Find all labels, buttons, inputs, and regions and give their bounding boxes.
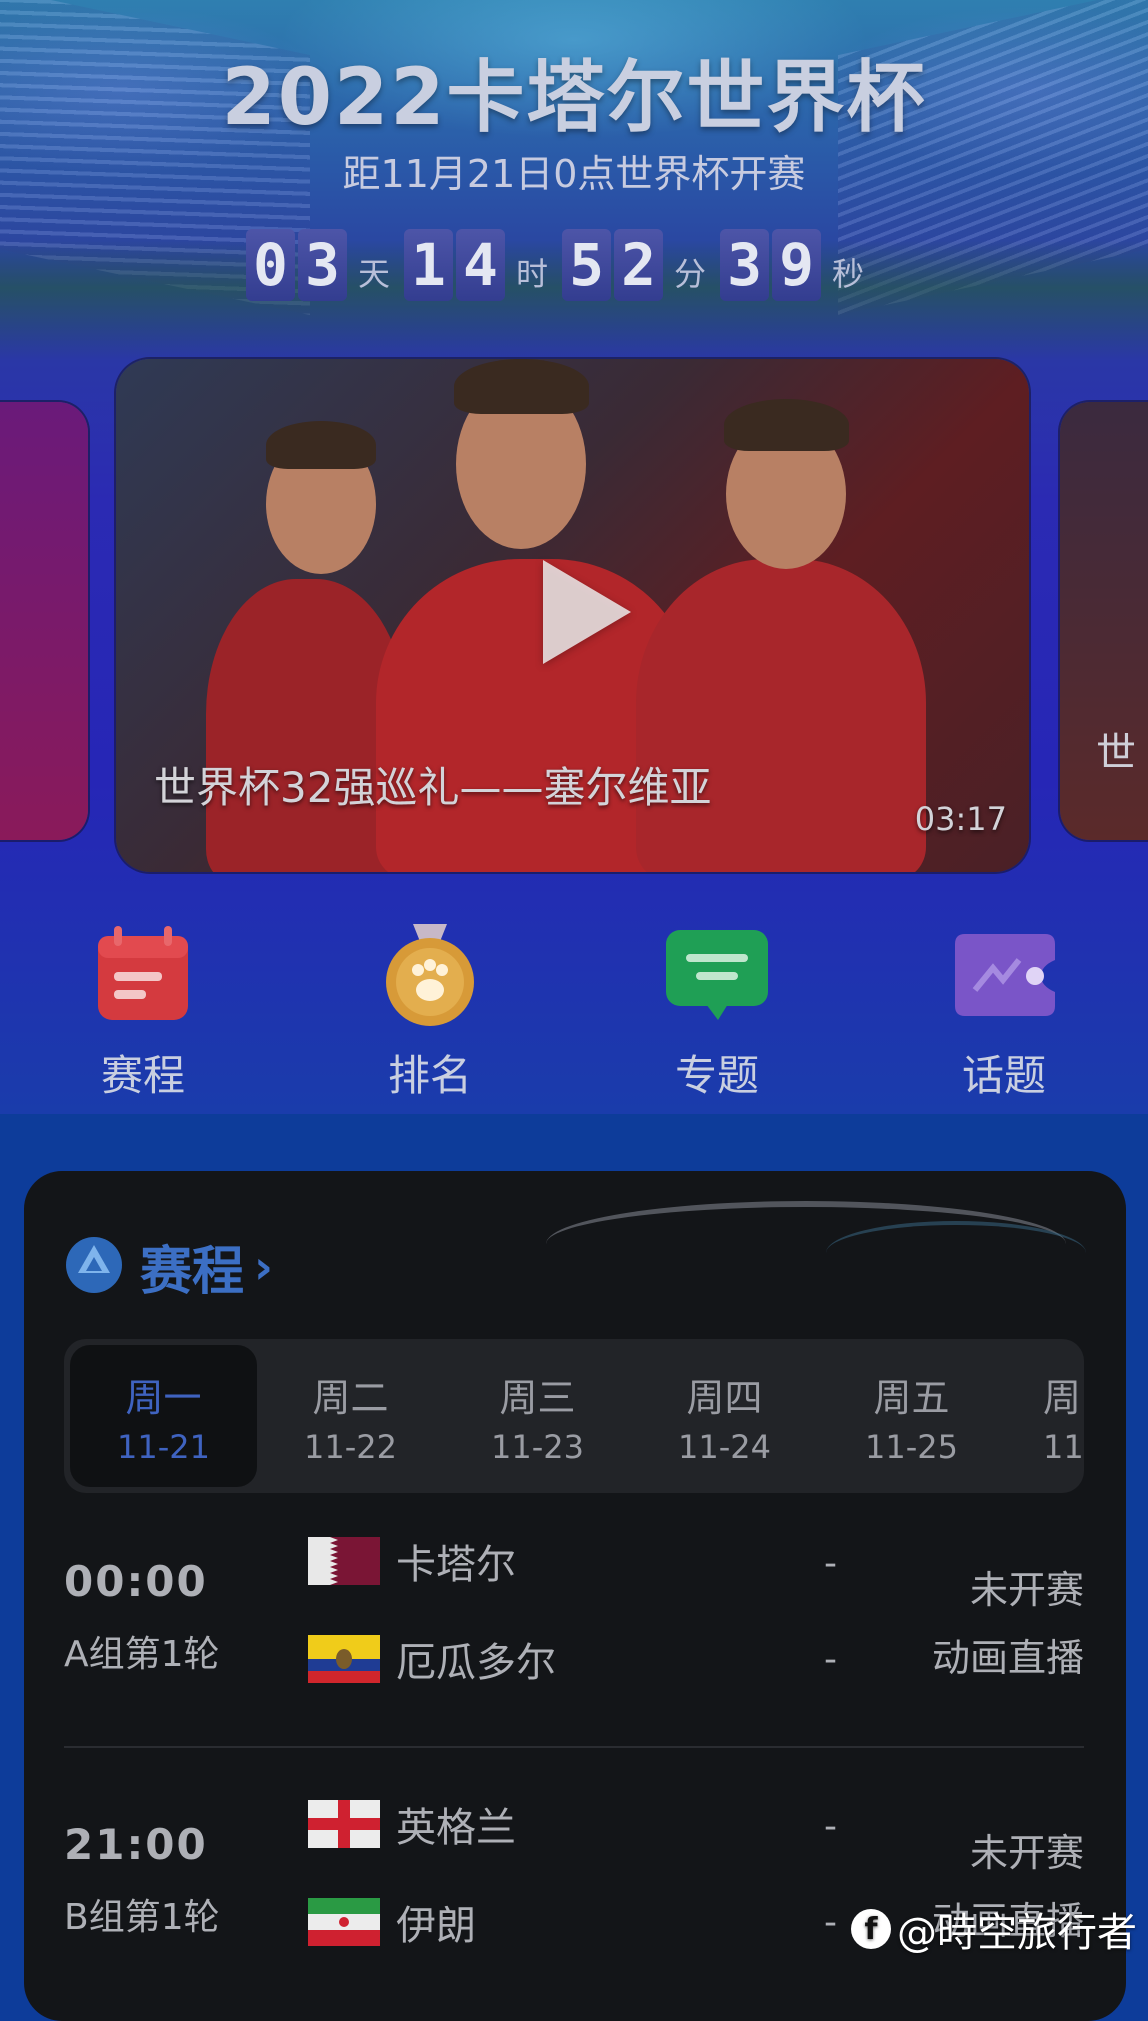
team-name: 伊朗	[396, 1903, 476, 1949]
team-name: 英格兰	[396, 1805, 516, 1851]
date-tabs: 周一 11-21 周二 11-22 周三 11-23 周四 11-24 周五 1…	[64, 1339, 1084, 1493]
home-score: -	[824, 1806, 837, 1847]
watermark-text: @時空旅行者	[897, 1910, 1137, 1956]
tab-date: 11-24	[678, 1428, 771, 1466]
qatar-flag-icon	[308, 1537, 380, 1585]
nav-label-discussion: 话题	[961, 1051, 1046, 1100]
schedule-panel: 赛程 › 周一 11-21 周二 11-22 周三 11-23 周四 11-24…	[24, 1171, 1126, 2021]
nav-item-topics[interactable]: 专题	[617, 920, 817, 1103]
calendar-icon	[88, 920, 198, 1030]
countdown-unit-seconds: 秒	[832, 255, 865, 293]
match-round: A组第1轮	[64, 1634, 220, 1675]
countdown-unit-minutes: 分	[674, 255, 707, 293]
chevron-right-icon: ›	[254, 1239, 273, 1294]
chat-icon	[662, 920, 772, 1030]
hero-banner: 2022卡塔尔世界杯 距11月21日0点世界杯开赛 0 3 天 1 4 时 5 …	[0, 0, 1148, 1114]
tab-date-next[interactable]: 周 11	[1005, 1339, 1084, 1493]
tab-date: 11	[1043, 1428, 1084, 1466]
countdown-digit: 3	[720, 229, 770, 301]
medal-icon	[375, 920, 485, 1030]
ball-icon	[64, 1235, 124, 1299]
nav-label-ranking: 排名	[387, 1051, 472, 1100]
countdown-unit-days: 天	[358, 255, 391, 293]
schedule-header[interactable]: 赛程 ›	[64, 1229, 273, 1304]
home-score: -	[824, 1543, 837, 1584]
quick-nav: 赛程 排名 专题 话题	[0, 920, 1148, 1110]
tab-date: 11-23	[491, 1428, 584, 1466]
carousel-next-title: 世	[1096, 730, 1136, 776]
england-flag-icon	[308, 1800, 380, 1848]
tab-day: 周	[1043, 1376, 1082, 1420]
tab-date: 11-25	[865, 1428, 958, 1466]
tab-day: 周五	[873, 1376, 950, 1420]
carousel-card-next[interactable]: 世	[1060, 402, 1148, 840]
tab-date-11-25[interactable]: 周五 11-25	[818, 1339, 1005, 1493]
video-title: 世界杯32强巡礼——塞尔维亚	[154, 763, 712, 812]
away-score: -	[824, 1639, 837, 1680]
countdown-digit: 2	[614, 229, 664, 301]
tab-day: 周三	[499, 1376, 576, 1420]
match-status: 未开赛	[969, 1831, 1084, 1875]
away-team: 厄瓜多尔	[308, 1635, 556, 1686]
divider	[64, 1746, 1084, 1748]
banner-title: 2022卡塔尔世界杯	[221, 53, 927, 143]
tab-date-11-24[interactable]: 周四 11-24	[631, 1339, 818, 1493]
countdown-digit: 5	[562, 229, 612, 301]
countdown-digit: 4	[456, 229, 506, 301]
ticket-icon	[949, 920, 1059, 1030]
match-time: 00:00	[64, 1557, 208, 1606]
ecuador-flag-icon	[308, 1635, 380, 1683]
banner-subtitle: 距11月21日0点世界杯开赛	[342, 152, 806, 196]
watermark: f @時空旅行者	[851, 1900, 1137, 1958]
tab-day: 周二	[312, 1376, 389, 1420]
video-card[interactable]: 世界杯32强巡礼——塞尔维亚 03:17	[116, 359, 1029, 872]
home-team: 英格兰	[308, 1800, 516, 1851]
video-thumbnail-player	[636, 559, 926, 872]
broadcast-link[interactable]: 动画直播	[932, 1627, 1084, 1682]
countdown-unit-hours: 时	[516, 255, 549, 293]
match-time: 21:00	[64, 1820, 208, 1869]
iran-flag-icon	[308, 1898, 380, 1946]
tab-date-11-21[interactable]: 周一 11-21	[70, 1345, 257, 1487]
home-team: 卡塔尔	[308, 1537, 516, 1588]
nav-item-schedule[interactable]: 赛程	[43, 920, 243, 1103]
countdown-digit: 0	[246, 229, 295, 301]
team-name: 卡塔尔	[396, 1542, 516, 1588]
tab-day: 周四	[686, 1376, 763, 1420]
platform-logo-icon: f	[851, 1909, 891, 1949]
countdown: 0 3 天 1 4 时 5 2 分 3 9 秒	[246, 229, 878, 301]
schedule-title: 赛程	[140, 1242, 245, 1302]
play-icon[interactable]	[543, 560, 631, 664]
video-thumbnail-player-hair	[266, 421, 376, 469]
team-name: 厄瓜多尔	[396, 1640, 556, 1686]
nav-item-ranking[interactable]: 排名	[330, 920, 530, 1103]
away-team: 伊朗	[308, 1898, 476, 1949]
video-duration: 03:17	[914, 800, 1007, 838]
nav-label-topics: 专题	[674, 1051, 759, 1100]
tab-day: 周一	[125, 1376, 202, 1420]
tab-date: 11-21	[117, 1428, 210, 1466]
video-thumbnail-player-hair	[724, 399, 849, 451]
match-round: B组第1轮	[64, 1897, 220, 1938]
match-status: 未开赛	[969, 1568, 1084, 1612]
countdown-digit: 9	[772, 229, 822, 301]
nav-label-schedule: 赛程	[100, 1051, 185, 1100]
tab-date-11-22[interactable]: 周二 11-22	[257, 1339, 444, 1493]
carousel-card-prev[interactable]	[0, 402, 88, 840]
tab-date-11-23[interactable]: 周三 11-23	[444, 1339, 631, 1493]
countdown-digit: 3	[298, 229, 347, 301]
away-score: -	[824, 1902, 837, 1943]
tab-date: 11-22	[304, 1428, 397, 1466]
video-thumbnail-player-hair	[454, 359, 589, 414]
countdown-digit: 1	[404, 229, 454, 301]
nav-item-discussion[interactable]: 话题	[904, 920, 1104, 1103]
panel-decoration	[826, 1221, 1086, 1285]
